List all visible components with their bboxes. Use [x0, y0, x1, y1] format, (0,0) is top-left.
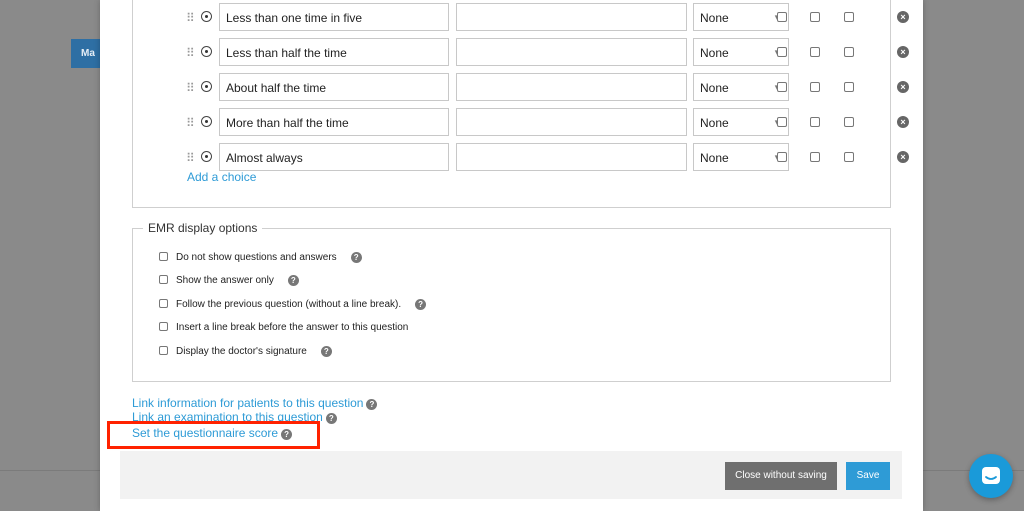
choice-select[interactable]: None▼: [693, 3, 789, 31]
choice-row: ⠿ Less than one time in five None▼ ×: [133, 3, 909, 33]
question-circle-icon[interactable]: ?: [320, 346, 332, 357]
emr-display-options: EMR display options Do not show question…: [132, 221, 891, 382]
emr-option[interactable]: Follow the previous question (without a …: [159, 299, 427, 315]
chat-launcher-button[interactable]: [969, 454, 1013, 498]
chat-bubble-icon: [982, 467, 1000, 484]
highlight-box: [107, 421, 320, 449]
drag-handle-icon[interactable]: ⠿: [186, 116, 196, 130]
question-circle-icon[interactable]: ?: [350, 252, 362, 263]
choice-select[interactable]: None▼: [693, 108, 789, 136]
choice-label-input[interactable]: Less than one time in five: [219, 3, 449, 31]
choices-panel: ⠿ Less than one time in five None▼ × ⠿ L…: [132, 0, 909, 208]
choice-row: ⠿ More than half the time None▼ ×: [133, 108, 909, 138]
emr-option[interactable]: Do not show questions and answers?: [159, 252, 362, 268]
choice-checkbox-1[interactable]: [777, 152, 787, 162]
choice-checkbox-2[interactable]: [810, 117, 820, 127]
choice-select-value: None: [700, 151, 729, 165]
emr-option-label: Follow the previous question (without a …: [176, 299, 402, 310]
drag-handle-icon[interactable]: ⠿: [186, 81, 196, 95]
choice-checkbox-3[interactable]: [844, 12, 854, 22]
choice-checkbox-1[interactable]: [777, 12, 787, 22]
radio-icon[interactable]: [201, 46, 212, 57]
choice-label-input[interactable]: About half the time: [219, 73, 449, 101]
radio-icon[interactable]: [201, 11, 212, 22]
close-without-saving-button[interactable]: Close without saving: [725, 462, 837, 490]
choice-select[interactable]: None▼: [693, 38, 789, 66]
choice-row: ⠿ Almost always None▼ ×: [133, 143, 909, 173]
remove-circle-icon[interactable]: ×: [897, 46, 909, 58]
question-circle-icon[interactable]: ?: [415, 299, 427, 310]
choice-label-input[interactable]: Less than half the time: [219, 38, 449, 66]
choice-extra-input[interactable]: [456, 38, 687, 66]
emr-legend: EMR display options: [143, 221, 263, 235]
emr-option-label: Do not show questions and answers: [176, 252, 337, 263]
choice-select-value: None: [700, 11, 729, 25]
choice-select-value: None: [700, 46, 729, 60]
choice-checkbox-3[interactable]: [844, 47, 854, 57]
radio-icon[interactable]: [201, 151, 212, 162]
choice-row: ⠿ Less than half the time None▼ ×: [133, 38, 909, 68]
choice-checkbox-3[interactable]: [844, 152, 854, 162]
choice-extra-input[interactable]: [456, 73, 687, 101]
choice-row: ⠿ About half the time None▼ ×: [133, 73, 909, 103]
choice-checkbox-1[interactable]: [777, 117, 787, 127]
radio-icon[interactable]: [201, 116, 212, 127]
background-tab: Ma: [71, 39, 101, 68]
choice-select[interactable]: None▼: [693, 143, 789, 171]
link-patient-info[interactable]: Link information for patients to this qu…: [132, 396, 378, 410]
remove-circle-icon[interactable]: ×: [897, 81, 909, 93]
choice-extra-input[interactable]: [456, 143, 687, 171]
emr-option-checkbox[interactable]: [159, 346, 168, 355]
radio-icon[interactable]: [201, 81, 212, 92]
emr-option-checkbox[interactable]: [159, 275, 168, 284]
emr-option-label: Insert a line break before the answer to…: [176, 322, 409, 333]
emr-option[interactable]: Display the doctor's signature?: [159, 346, 332, 362]
choice-checkbox-3[interactable]: [844, 82, 854, 92]
remove-circle-icon[interactable]: ×: [897, 116, 909, 128]
question-circle-icon[interactable]: ?: [366, 399, 378, 410]
choice-select-value: None: [700, 116, 729, 130]
remove-circle-icon[interactable]: ×: [897, 11, 909, 23]
choice-select-value: None: [700, 81, 729, 95]
choice-extra-input[interactable]: [456, 3, 687, 31]
choice-label-input[interactable]: Almost always: [219, 143, 449, 171]
choice-checkbox-3[interactable]: [844, 117, 854, 127]
choice-checkbox-1[interactable]: [777, 47, 787, 57]
question-edit-modal: ⠿ Less than one time in five None▼ × ⠿ L…: [100, 0, 923, 511]
choice-checkbox-1[interactable]: [777, 82, 787, 92]
drag-handle-icon[interactable]: ⠿: [186, 11, 196, 25]
emr-option[interactable]: Insert a line break before the answer to…: [159, 322, 408, 338]
modal-footer: Close without saving Save: [120, 451, 902, 499]
emr-option-checkbox[interactable]: [159, 299, 168, 308]
choice-extra-input[interactable]: [456, 108, 687, 136]
emr-option-label: Display the doctor's signature: [176, 346, 307, 357]
save-button[interactable]: Save: [846, 462, 890, 490]
drag-handle-icon[interactable]: ⠿: [186, 151, 196, 165]
emr-option-checkbox[interactable]: [159, 322, 168, 331]
choice-checkbox-2[interactable]: [810, 152, 820, 162]
question-circle-icon[interactable]: ?: [287, 275, 299, 286]
choice-checkbox-2[interactable]: [810, 82, 820, 92]
add-choice-link[interactable]: Add a choice: [187, 170, 256, 184]
remove-circle-icon[interactable]: ×: [897, 151, 909, 163]
link-patient-info-label[interactable]: Link information for patients to this qu…: [132, 396, 363, 410]
emr-option-checkbox[interactable]: [159, 252, 168, 261]
background-tab-label: Ma: [81, 48, 95, 59]
question-circle-icon[interactable]: ?: [325, 413, 337, 424]
choice-checkbox-2[interactable]: [810, 12, 820, 22]
emr-option[interactable]: Show the answer only?: [159, 275, 299, 291]
drag-handle-icon[interactable]: ⠿: [186, 46, 196, 60]
choice-label-input[interactable]: More than half the time: [219, 108, 449, 136]
choice-select[interactable]: None▼: [693, 73, 789, 101]
choice-checkbox-2[interactable]: [810, 47, 820, 57]
emr-option-label: Show the answer only: [176, 275, 274, 286]
